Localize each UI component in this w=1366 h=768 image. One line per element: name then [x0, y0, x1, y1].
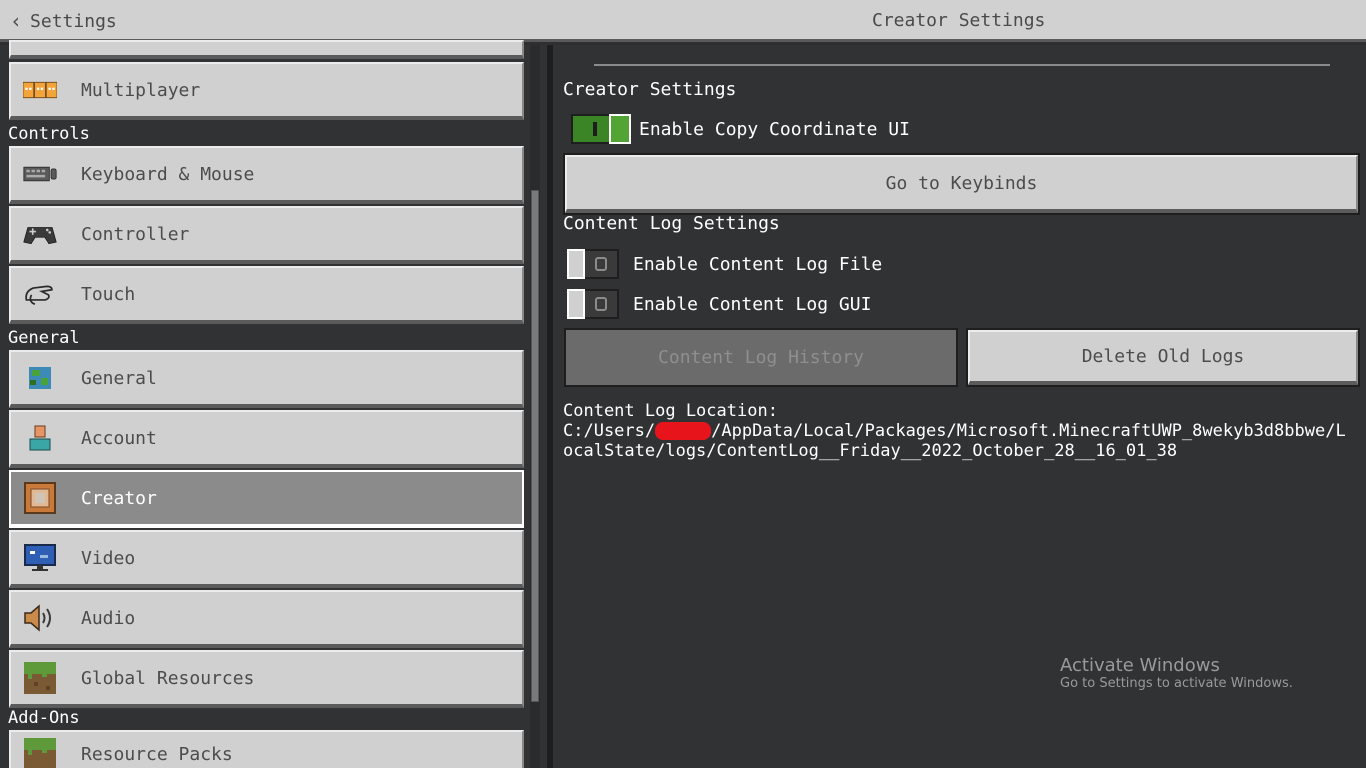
activation-watermark: Activate Windows Go to Settings to activ…: [1060, 655, 1293, 691]
delete-button-label: Delete Old Logs: [1081, 346, 1245, 367]
toggle-on-mark: [593, 122, 597, 136]
scrollbar-thumb[interactable]: [531, 190, 539, 702]
sidebar-item-label: Multiplayer: [81, 79, 201, 101]
touch-icon: [23, 277, 57, 311]
speaker-icon: [23, 601, 57, 635]
section-addons: Add-Ons: [8, 708, 80, 728]
sidebar-item-label: Controller: [81, 223, 190, 245]
toggle-knob: [567, 249, 585, 279]
sidebar-item-resource-packs[interactable]: Resource Packs: [9, 730, 524, 768]
history-button-label: Content Log History: [658, 347, 864, 368]
content-log-gui-row: Enable Content Log GUI: [563, 289, 871, 319]
sidebar-item-label: Resource Packs: [81, 743, 233, 765]
creator-icon: [23, 481, 57, 515]
controller-icon: [23, 217, 57, 251]
sidebar-item-label: Global Resources: [81, 667, 255, 689]
content-log-file-toggle[interactable]: [567, 249, 619, 279]
section-general: General: [8, 328, 80, 348]
location-path: C:/Users//AppData/Local/Packages/Microso…: [563, 421, 1353, 461]
copy-coordinate-toggle[interactable]: [571, 114, 631, 144]
back-button[interactable]: ‹ Settings: [10, 8, 117, 34]
sidebar-item-account[interactable]: Account: [9, 410, 524, 468]
location-label: Content Log Location:: [563, 401, 778, 421]
sidebar-item-label: Touch: [81, 283, 136, 305]
sidebar-item-multiplayer[interactable]: Multiplayer: [9, 62, 524, 120]
sidebar-item-controller[interactable]: Controller: [9, 206, 524, 264]
content-log-file-row: Enable Content Log File: [563, 249, 882, 279]
sidebar-item-label: Video: [81, 547, 136, 569]
content-log-gui-toggle[interactable]: [567, 289, 619, 319]
sidebar-item-label: Account: [81, 427, 157, 449]
content-log-history-button[interactable]: Content Log History: [564, 328, 958, 387]
sidebar-item-label: Keyboard & Mouse: [81, 163, 255, 185]
content-log-file-label: Enable Content Log File: [633, 253, 883, 275]
sidebar-item-general[interactable]: General: [9, 350, 524, 408]
separator-line: [594, 64, 1330, 66]
sidebar-item-video[interactable]: Video: [9, 530, 524, 588]
sidebar-item-keyboard-mouse[interactable]: Keyboard & Mouse: [9, 146, 524, 204]
content-log-location: Content Log Location: C:/Users//AppData/…: [563, 401, 1353, 461]
sidebar-item-global-resources[interactable]: Global Resources: [9, 650, 524, 708]
sidebar-item-label: Creator: [81, 487, 157, 509]
go-to-keybinds-button[interactable]: Go to Keybinds: [565, 155, 1358, 213]
watermark-subtitle: Go to Settings to activate Windows.: [1060, 676, 1293, 691]
sidebar-item-touch[interactable]: Touch: [9, 266, 524, 324]
path-prefix: C:/Users/: [563, 421, 656, 441]
page-title: Creator Settings: [872, 10, 1046, 31]
sidebar-item-audio[interactable]: Audio: [9, 590, 524, 648]
watermark-title: Activate Windows: [1060, 655, 1220, 676]
copy-coordinate-row: Enable Copy Coordinate UI: [563, 114, 910, 144]
sidebar-item-label: Audio: [81, 607, 136, 629]
grass-block-icon: [23, 737, 57, 768]
top-bar: ‹ Settings Creator Settings: [0, 0, 1366, 42]
monitor-icon: [23, 541, 57, 575]
globe-icon: [23, 361, 57, 395]
creator-settings-heading: Creator Settings: [563, 79, 737, 100]
sidebar-item-label: General: [81, 367, 157, 389]
redacted-username: [655, 422, 712, 440]
back-label: Settings: [30, 10, 117, 32]
sidebar-item-creator[interactable]: Creator: [9, 470, 524, 528]
toggle-knob: [609, 114, 631, 144]
sidebar-item-partial[interactable]: [9, 40, 524, 59]
grass-block-icon: [23, 661, 57, 695]
content-log-heading: Content Log Settings: [563, 213, 780, 234]
account-icon: [23, 421, 57, 455]
multiplayer-icon: [23, 73, 57, 107]
chevron-left-icon: ‹: [10, 9, 23, 33]
keyboard-icon: [23, 157, 57, 191]
toggle-off-mark: [595, 297, 607, 311]
section-controls: Controls: [8, 124, 90, 144]
delete-old-logs-button[interactable]: Delete Old Logs: [968, 330, 1358, 385]
keybinds-button-label: Go to Keybinds: [885, 172, 1038, 194]
toggle-knob: [567, 289, 585, 319]
content-log-gui-label: Enable Content Log GUI: [633, 293, 872, 315]
toggle-off-mark: [595, 257, 607, 271]
copy-coordinate-label: Enable Copy Coordinate UI: [639, 118, 910, 140]
